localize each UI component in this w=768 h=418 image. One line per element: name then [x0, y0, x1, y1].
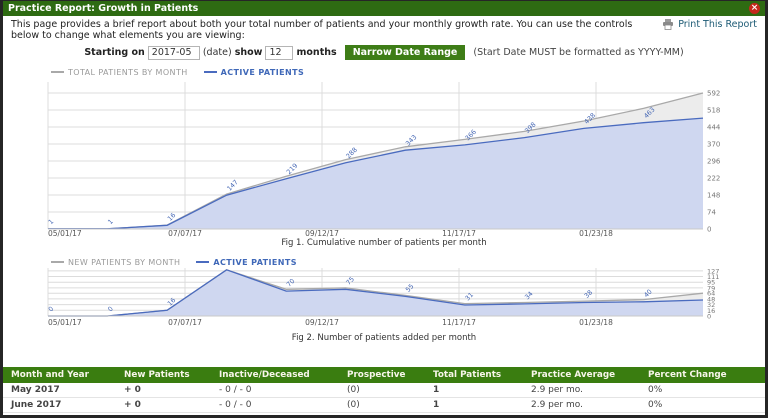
patient-growth-table: Month and YearNew PatientsInactive/Decea… [3, 367, 765, 418]
intro-row: This page provides a brief report about … [3, 16, 765, 42]
cell-total-patients: 1 [425, 383, 523, 398]
fig1-cumulative-chart: 0741482222963704445185921116147219288343… [3, 77, 768, 237]
legend-swatch [204, 71, 217, 73]
print-report-link[interactable]: Print This Report [662, 19, 757, 30]
table-row: June 2017+ 0- 0 / - 0(0)12.9 per mo.0% [3, 398, 765, 413]
cell-new-patients: + 16 [116, 413, 211, 418]
table-row: July 2017+ 16- 0 / - 0(0)172.9 per mo.16… [3, 413, 765, 418]
cell-month: May 2017 [3, 383, 116, 398]
legend-label: ACTIVE PATIENTS [213, 258, 296, 267]
cell-month: July 2017 [3, 413, 116, 418]
svg-text:40: 40 [642, 288, 654, 300]
svg-text:05/01/17: 05/01/17 [48, 229, 82, 237]
legend-item-active-patients: ACTIVE PATIENTS [204, 68, 304, 77]
svg-text:38: 38 [583, 288, 595, 300]
svg-text:31: 31 [464, 291, 476, 303]
cell-percent-change: 1600% [640, 413, 765, 418]
svg-text:0: 0 [106, 305, 115, 314]
fig2-legend: NEW PATIENTS BY MONTH ACTIVE PATIENTS [51, 257, 765, 267]
cell-inactive-deceased: - 0 / - 0 [211, 383, 339, 398]
cell-new-patients: + 0 [116, 398, 211, 413]
printer-icon [662, 19, 674, 30]
svg-text:09/12/17: 09/12/17 [305, 229, 339, 237]
column-header-month-and-year: Month and Year [3, 367, 116, 383]
svg-text:370: 370 [707, 141, 720, 149]
cell-total-patients: 1 [425, 398, 523, 413]
svg-text:74: 74 [707, 209, 716, 217]
months-label: months [297, 47, 337, 58]
legend-swatch [196, 261, 209, 263]
svg-text:127: 127 [707, 267, 719, 275]
format-hint: (Start Date MUST be formatted as YYYY-MM… [473, 47, 683, 58]
svg-text:444: 444 [707, 124, 721, 132]
legend-item-new-patients-by-month: NEW PATIENTS BY MONTH [51, 258, 180, 267]
cell-practice-average: 2.9 per mo. [523, 413, 640, 418]
cell-practice-average: 2.9 per mo. [523, 383, 640, 398]
svg-text:07/07/17: 07/07/17 [168, 229, 202, 237]
report-description: This page provides a brief report about … [11, 19, 652, 41]
date-range-controls: Starting on (date) show months Narrow Da… [3, 45, 765, 62]
column-header-total-patients: Total Patients [425, 367, 523, 383]
svg-text:0: 0 [707, 226, 711, 234]
fig1-caption: Fig 1. Cumulative number of patients per… [3, 238, 765, 248]
narrow-date-range-button[interactable]: Narrow Date Range [345, 45, 466, 60]
column-header-prospective: Prospective [339, 367, 425, 383]
legend-label: NEW PATIENTS BY MONTH [68, 258, 180, 267]
legend-swatch [51, 261, 64, 263]
cell-percent-change: 0% [640, 398, 765, 413]
cell-prospective: (0) [339, 383, 425, 398]
svg-text:518: 518 [707, 107, 720, 115]
cell-prospective: (0) [339, 413, 425, 418]
column-header-new-patients: New Patients [116, 367, 211, 383]
fig2-monthly-chart: 0163248647995111127001613070755531343840… [3, 267, 768, 331]
cell-percent-change: 0% [640, 383, 765, 398]
svg-text:34: 34 [523, 290, 535, 302]
cell-month: June 2017 [3, 398, 116, 413]
print-report-label: Print This Report [678, 19, 757, 30]
legend-label: TOTAL PATIENTS BY MONTH [68, 68, 188, 77]
svg-text:296: 296 [707, 158, 721, 166]
cell-prospective: (0) [339, 398, 425, 413]
svg-text:11/17/17: 11/17/17 [442, 229, 476, 237]
title-bar: Practice Report: Growth in Patients × [3, 1, 765, 16]
svg-text:592: 592 [707, 90, 720, 98]
cell-inactive-deceased: - 0 / - 0 [211, 413, 339, 418]
svg-text:70: 70 [285, 277, 297, 289]
svg-text:09/12/17: 09/12/17 [305, 318, 339, 327]
show-label: show [235, 47, 263, 58]
legend-label: ACTIVE PATIENTS [221, 68, 304, 77]
svg-text:11/17/17: 11/17/17 [442, 318, 476, 327]
svg-text:148: 148 [707, 192, 720, 200]
starting-on-label: Starting on [84, 47, 144, 58]
svg-text:05/01/17: 05/01/17 [48, 318, 82, 327]
legend-item-total-patients-by-month: TOTAL PATIENTS BY MONTH [51, 68, 188, 77]
cell-total-patients: 17 [425, 413, 523, 418]
svg-text:01/23/18: 01/23/18 [579, 229, 613, 237]
page-title: Practice Report: Growth in Patients [8, 3, 198, 14]
months-input[interactable] [265, 46, 293, 60]
cell-new-patients: + 0 [116, 383, 211, 398]
close-icon[interactable]: × [749, 3, 760, 14]
column-header-percent-change: Percent Change [640, 367, 765, 383]
cell-practice-average: 2.9 per mo. [523, 398, 640, 413]
svg-text:222: 222 [707, 175, 720, 183]
date-hint: (date) [203, 47, 232, 58]
table-row: May 2017+ 0- 0 / - 0(0)12.9 per mo.0% [3, 383, 765, 398]
start-date-input[interactable] [148, 46, 200, 60]
svg-text:1: 1 [106, 218, 115, 227]
svg-text:01/23/18: 01/23/18 [579, 318, 613, 327]
column-header-practice-average: Practice Average [523, 367, 640, 383]
cell-inactive-deceased: - 0 / - 0 [211, 398, 339, 413]
fig2-caption: Fig 2. Number of patients added per mont… [3, 333, 765, 343]
legend-item-active-patients: ACTIVE PATIENTS [196, 258, 296, 267]
column-header-inactive-deceased: Inactive/Deceased [211, 367, 339, 383]
legend-swatch [51, 71, 64, 73]
table-header-row: Month and YearNew PatientsInactive/Decea… [3, 367, 765, 383]
svg-text:55: 55 [404, 282, 416, 294]
fig1-legend: TOTAL PATIENTS BY MONTH ACTIVE PATIENTS [51, 67, 765, 77]
report-window: Practice Report: Growth in Patients × Th… [0, 0, 768, 418]
svg-text:07/07/17: 07/07/17 [168, 318, 202, 327]
